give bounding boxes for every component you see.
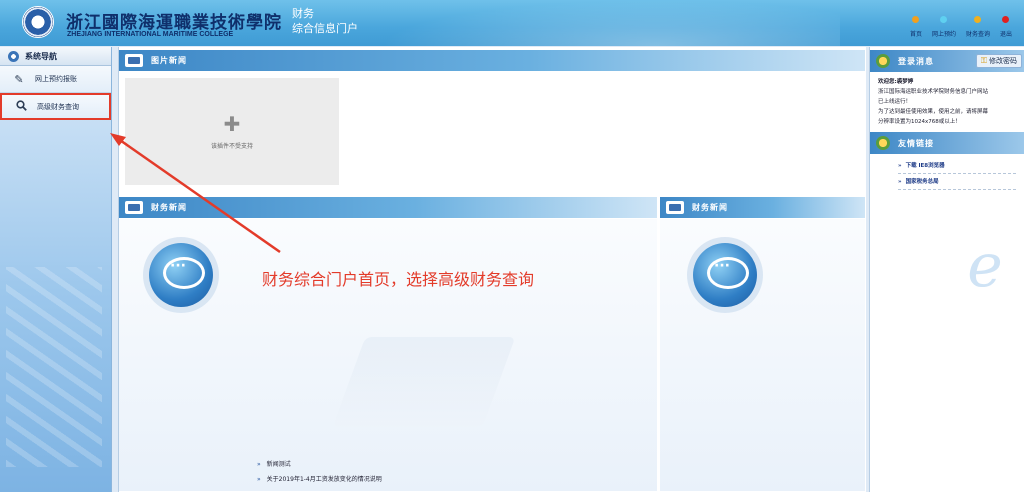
- annotation-text: 财务综合门户首页，选择高级财务查询: [262, 270, 535, 289]
- annotation-arrow: [110, 133, 281, 254]
